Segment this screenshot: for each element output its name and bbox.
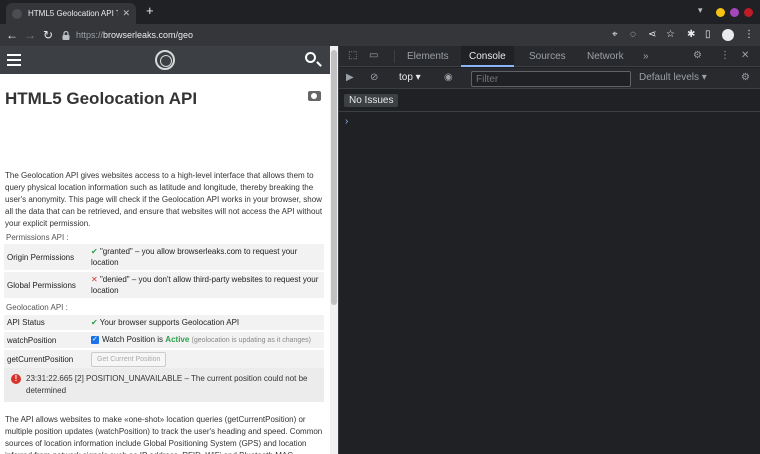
table-row: watchPosition Watch Position is Active (… xyxy=(4,331,324,350)
permissions-section-label: Permissions API : xyxy=(6,233,69,242)
settings-gear-icon[interactable]: ⚙ xyxy=(693,50,702,62)
watch-position-key: watchPosition xyxy=(4,331,88,350)
get-current-position-value: Get Current Position xyxy=(88,349,324,371)
global-permissions-key: Global Permissions xyxy=(4,271,88,300)
fingerprint-logo-icon[interactable] xyxy=(155,50,175,70)
console-settings-gear-icon[interactable]: ⚙ xyxy=(741,72,750,84)
hamburger-menu-icon[interactable] xyxy=(7,54,21,66)
tab-network[interactable]: Network xyxy=(579,46,632,67)
customize-menu-icon[interactable]: ⋮ xyxy=(720,50,730,62)
inspect-element-icon[interactable]: ⬚ xyxy=(348,50,357,62)
page-title: HTML5 Geolocation API xyxy=(5,89,198,108)
watch-position-checkbox[interactable] xyxy=(91,334,99,345)
url-text: https://browserleaks.com/geo xyxy=(76,30,193,40)
back-button[interactable]: ← xyxy=(3,28,21,42)
cross-icon: ✕ xyxy=(91,275,98,284)
maximize-window-button[interactable] xyxy=(730,8,739,17)
search-icon[interactable] xyxy=(305,52,316,63)
origin-permissions-text: "granted" – you allow browserleaks.com t… xyxy=(91,247,298,267)
geolocation-table: API Status ✔ Your browser supports Geolo… xyxy=(4,315,324,371)
console-filter-input[interactable] xyxy=(471,71,631,87)
intro-paragraph: The Geolocation API gives websites acces… xyxy=(5,171,323,228)
site-header xyxy=(0,46,330,74)
tab-elements[interactable]: Elements xyxy=(399,46,457,67)
eye-off-icon[interactable]: ◌ xyxy=(630,29,636,41)
page-scrollbar[interactable] xyxy=(330,46,338,454)
watch-note: (geolocation is updating as it changes) xyxy=(191,337,312,344)
context-selector[interactable]: top ▾ xyxy=(399,72,421,83)
tab-search-chevron-icon[interactable]: ▾ xyxy=(698,5,703,16)
tab-strip: HTML5 Geolocation API Test ✕ + ▾ xyxy=(0,0,760,24)
new-tab-button[interactable]: + xyxy=(146,4,154,18)
table-row: Global Permissions ✕ "denied" – you don'… xyxy=(4,271,324,300)
bookmark-star-icon[interactable]: ☆ xyxy=(666,29,675,41)
minimize-window-button[interactable] xyxy=(716,8,725,17)
api-status-value: ✔ Your browser supports Geolocation API xyxy=(88,315,324,332)
scrollbar-thumb[interactable] xyxy=(331,50,337,305)
menu-kebab-icon[interactable]: ⋮ xyxy=(744,29,754,41)
console-toolbar: ▶ ⊘ top ▾ ◉ Default levels ▾ ⚙ xyxy=(339,68,760,89)
issues-bar: No Issues xyxy=(339,90,760,112)
more-tabs-button[interactable]: » xyxy=(635,46,657,67)
location-icon[interactable]: ⌖ xyxy=(612,29,618,41)
extensions-icon[interactable]: ✱ xyxy=(687,29,695,41)
tab-console[interactable]: Console xyxy=(461,46,514,67)
get-current-position-button[interactable]: Get Current Position xyxy=(91,352,167,367)
reload-button[interactable]: ↻ xyxy=(39,28,57,42)
profile-avatar[interactable] xyxy=(722,29,734,41)
web-page: HTML5 Geolocation API The Geolocation AP… xyxy=(0,46,330,454)
watch-position-value: Watch Position is Active (geolocation is… xyxy=(88,331,324,350)
console-prompt-icon[interactable]: › xyxy=(345,116,348,127)
live-expression-eye-icon[interactable]: ◉ xyxy=(444,72,453,84)
favicon-icon xyxy=(12,8,22,19)
url-host: browserleaks.com/geo xyxy=(103,30,194,40)
close-devtools-icon[interactable]: ✕ xyxy=(741,50,749,62)
outro-paragraph: The API allows websites to make «one-sho… xyxy=(5,415,323,454)
watch-position-text: Watch Position is xyxy=(102,335,164,344)
devtools-tab-bar: ⬚ ▭ Elements Console Sources Network » ⚙… xyxy=(339,46,760,67)
check-icon: ✔ xyxy=(91,247,98,256)
device-toolbar-icon[interactable]: ▭ xyxy=(369,50,378,62)
separator xyxy=(394,50,395,63)
permissions-table: Origin Permissions ✔ "granted" – you all… xyxy=(4,244,324,300)
api-status-key: API Status xyxy=(4,315,88,332)
side-panel-icon[interactable]: ▯ xyxy=(705,29,711,41)
no-issues-badge[interactable]: No Issues xyxy=(344,94,399,107)
sidebar-toggle-icon[interactable]: ▶ xyxy=(346,72,354,84)
api-status-text: Your browser supports Geolocation API xyxy=(99,318,240,327)
watch-active-status: Active xyxy=(165,335,190,344)
check-icon: ✔ xyxy=(91,318,98,327)
share-icon[interactable]: ⋖ xyxy=(648,29,656,41)
geolocation-section-label: Geolocation API : xyxy=(6,303,68,312)
browser-toolbar: ← → ↻ https://browserleaks.com/geo ⌖ ◌ ⋖… xyxy=(0,24,760,46)
get-current-position-key: getCurrentPosition xyxy=(4,349,88,371)
table-row: API Status ✔ Your browser supports Geolo… xyxy=(4,315,324,332)
global-permissions-text: "denied" – you don't allow third-party w… xyxy=(91,275,319,295)
error-message-box: ! 23:31:22.665 [2] POSITION_UNAVAILABLE … xyxy=(4,368,324,402)
log-levels-dropdown[interactable]: Default levels ▾ xyxy=(639,72,707,83)
error-text: 23:31:22.665 [2] POSITION_UNAVAILABLE – … xyxy=(26,374,308,395)
clear-console-icon[interactable]: ⊘ xyxy=(370,72,378,84)
tab-sources[interactable]: Sources xyxy=(521,46,574,67)
error-icon: ! xyxy=(11,374,21,384)
tab-title: HTML5 Geolocation API Test xyxy=(28,9,119,18)
tab-close-icon[interactable]: ✕ xyxy=(122,8,130,19)
close-window-button[interactable] xyxy=(744,8,753,17)
address-bar[interactable]: https://browserleaks.com/geo xyxy=(62,26,602,44)
origin-permissions-value: ✔ "granted" – you allow browserleaks.com… xyxy=(88,244,324,272)
devtools-panel: ⬚ ▭ Elements Console Sources Network » ⚙… xyxy=(338,46,760,454)
global-permissions-value: ✕ "denied" – you don't allow third-party… xyxy=(88,271,324,300)
browser-tab[interactable]: HTML5 Geolocation API Test ✕ xyxy=(6,3,136,24)
table-row: Origin Permissions ✔ "granted" – you all… xyxy=(4,244,324,272)
forward-button[interactable]: → xyxy=(21,28,39,42)
lock-icon xyxy=(62,30,70,40)
origin-permissions-key: Origin Permissions xyxy=(4,244,88,272)
camera-icon[interactable] xyxy=(308,91,321,101)
table-row: getCurrentPosition Get Current Position xyxy=(4,349,324,371)
url-scheme: https:// xyxy=(76,30,104,40)
